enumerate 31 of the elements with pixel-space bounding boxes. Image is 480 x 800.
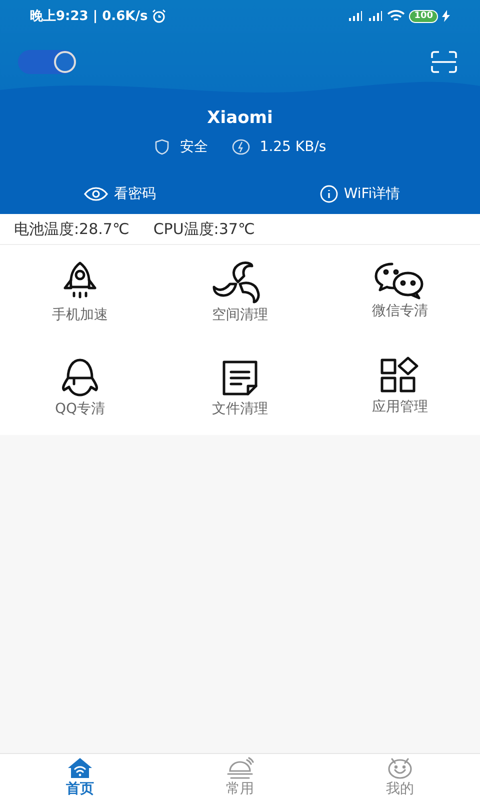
nav-tab[interactable]: 我的 [320,754,480,800]
tool-item[interactable]: 应用管理 [320,355,480,419]
alarm-clock-icon [152,9,166,23]
wifi-details-button[interactable]: WiFi详情 [240,184,480,204]
nav-tab[interactable]: 常用 [160,754,320,800]
security-status: 安全 [180,138,208,156]
show-password-button[interactable]: 看密码 [0,184,240,204]
wifi-icon [387,10,406,22]
shield-icon [154,139,170,155]
signal-icon [367,10,384,22]
status-time: 晚上9:23 | 0.6K/s [30,8,148,25]
nav-tab[interactable]: 首页 [0,754,160,800]
tool-item[interactable]: 手机加速 [0,259,160,325]
temperature-reading: 电池温度:28.7℃ [14,220,130,238]
signal-icon [347,10,364,22]
battery-level: 100 [409,10,438,22]
scan-icon[interactable] [430,50,458,74]
network-name: Xiaomi [206,108,274,128]
tool-item[interactable]: QQ专清 [0,355,160,419]
network-speed: 1.25 KB/s [260,139,326,155]
toggle-switch[interactable] [18,50,76,74]
service-bell-icon [225,756,255,778]
smiley-face-icon [386,756,414,778]
temperature-reading: CPU温度:37℃ [153,220,255,238]
home-wifi-icon [67,756,93,778]
charging-icon [442,10,450,22]
tool-item[interactable]: 微信专清 [320,259,480,325]
tool-item[interactable]: 文件清理 [160,355,320,419]
info-icon [320,185,338,203]
eye-icon [84,187,108,201]
tool-item[interactable]: 空间清理 [160,259,320,325]
